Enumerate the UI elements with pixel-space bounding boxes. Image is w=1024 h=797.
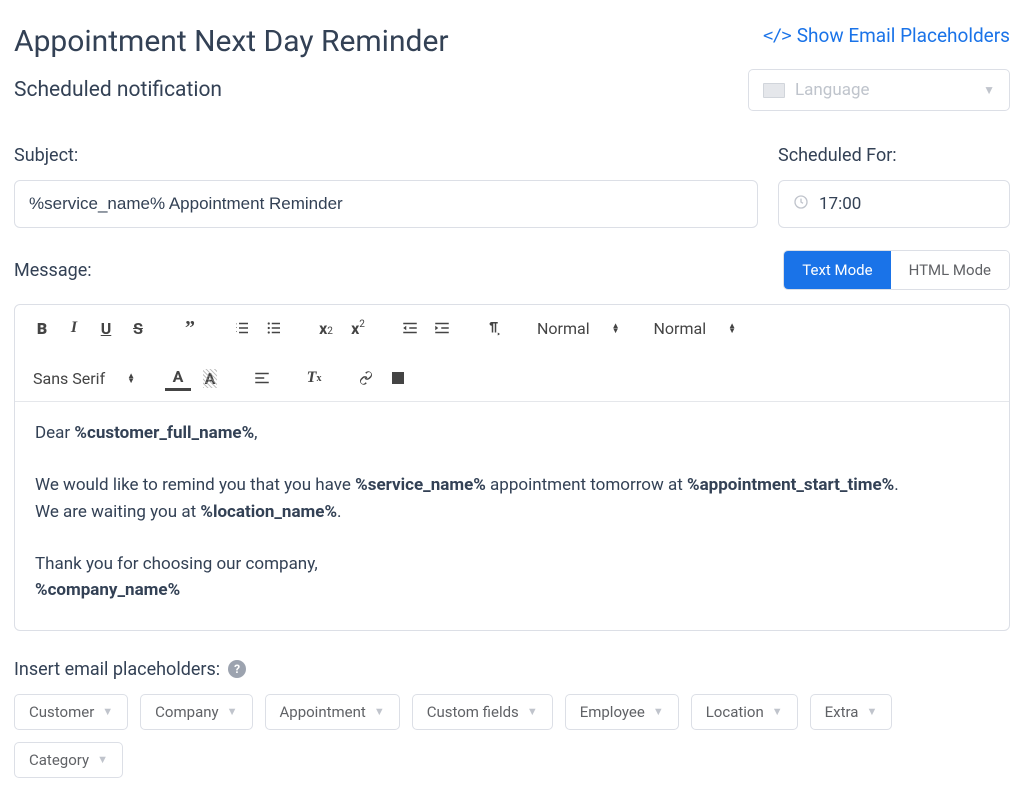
insert-placeholders-label: Insert email placeholders: <box>14 659 220 680</box>
outdent-icon[interactable] <box>397 315 423 341</box>
language-placeholder: Language <box>795 80 870 100</box>
subject-label: Subject: <box>14 145 758 166</box>
chevron-down-icon: ▼ <box>97 753 108 766</box>
text-mode-button[interactable]: Text Mode <box>784 251 890 289</box>
italic-icon[interactable]: I <box>61 315 87 341</box>
heading-select[interactable]: Normal ▲▼ <box>533 319 624 338</box>
text-direction-icon[interactable] <box>481 315 507 341</box>
placeholder-custom-fields-button[interactable]: Custom fields▼ <box>412 694 553 730</box>
ordered-list-icon[interactable] <box>229 315 255 341</box>
code-icon: </> <box>763 26 791 46</box>
placeholder-button-row: Customer▼ Company▼ Appointment▼ Custom f… <box>14 694 1010 778</box>
sort-icon: ▲▼ <box>612 323 620 333</box>
page-title: Appointment Next Day Reminder <box>14 24 449 59</box>
blockquote-icon[interactable]: ” <box>177 315 203 341</box>
message-label: Message: <box>14 260 92 281</box>
help-icon[interactable]: ? <box>228 660 246 678</box>
show-email-placeholders-link[interactable]: </> Show Email Placeholders <box>763 24 1010 47</box>
chevron-down-icon: ▼ <box>102 705 113 718</box>
subscript-icon[interactable]: x2 <box>313 315 339 341</box>
scheduled-time-value: 17:00 <box>819 194 861 214</box>
placeholder-category-button[interactable]: Category▼ <box>14 742 123 778</box>
image-icon[interactable] <box>385 365 411 391</box>
sort-icon: ▲▼ <box>127 373 135 383</box>
strike-icon[interactable]: S <box>125 315 151 341</box>
editor-toolbar: B I U S ” x2 x2 Normal ▲▼ <box>15 305 1009 402</box>
clear-format-icon[interactable]: Tx <box>301 365 327 391</box>
page-subtitle: Scheduled notification <box>14 78 222 102</box>
placeholder-extra-button[interactable]: Extra▼ <box>810 694 893 730</box>
align-icon[interactable] <box>249 365 275 391</box>
placeholder-location-button[interactable]: Location▼ <box>691 694 798 730</box>
scheduled-for-label: Scheduled For: <box>778 145 1010 166</box>
chevron-down-icon: ▼ <box>653 705 664 718</box>
placeholder-employee-button[interactable]: Employee▼ <box>565 694 679 730</box>
html-mode-button[interactable]: HTML Mode <box>891 251 1009 289</box>
size-select[interactable]: Normal ▲▼ <box>650 319 741 338</box>
placeholder-company-button[interactable]: Company▼ <box>140 694 252 730</box>
font-select[interactable]: Sans Serif ▲▼ <box>29 369 139 388</box>
placeholder-appointment-button[interactable]: Appointment▼ <box>265 694 400 730</box>
indent-icon[interactable] <box>429 315 455 341</box>
background-color-icon[interactable]: A <box>197 365 223 391</box>
show-placeholders-label: Show Email Placeholders <box>797 24 1010 47</box>
chevron-down-icon: ▼ <box>866 705 877 718</box>
clock-icon <box>793 194 809 215</box>
editor-mode-toggle: Text Mode HTML Mode <box>783 250 1010 290</box>
bold-icon[interactable]: B <box>29 315 55 341</box>
sort-icon: ▲▼ <box>728 323 736 333</box>
subject-input[interactable] <box>14 180 758 228</box>
underline-icon[interactable]: U <box>93 315 119 341</box>
chevron-down-icon: ▼ <box>227 705 238 718</box>
chevron-down-icon: ▼ <box>772 705 783 718</box>
chevron-down-icon: ▼ <box>983 83 995 97</box>
rich-text-editor: B I U S ” x2 x2 Normal ▲▼ <box>14 304 1010 631</box>
chevron-down-icon: ▼ <box>527 705 538 718</box>
link-icon[interactable] <box>353 365 379 391</box>
placeholder-customer-button[interactable]: Customer▼ <box>14 694 128 730</box>
unordered-list-icon[interactable] <box>261 315 287 341</box>
chevron-down-icon: ▼ <box>374 705 385 718</box>
superscript-icon[interactable]: x2 <box>345 315 371 341</box>
editor-content[interactable]: Dear %customer_full_name%, We would like… <box>15 402 1009 630</box>
language-select[interactable]: Language ▼ <box>748 69 1010 111</box>
flag-icon <box>763 83 785 98</box>
scheduled-time-input[interactable]: 17:00 <box>778 180 1010 228</box>
text-color-icon[interactable]: A <box>165 365 191 391</box>
